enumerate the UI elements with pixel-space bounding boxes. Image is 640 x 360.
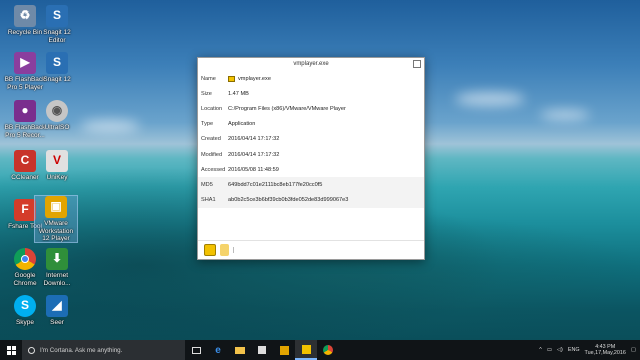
volume-icon[interactable]: ◁) bbox=[557, 347, 563, 353]
desktop-icon-label: Internet Downlo... bbox=[43, 272, 71, 287]
task-view-button[interactable] bbox=[185, 340, 207, 360]
property-key: Created bbox=[201, 136, 221, 143]
folder-icon bbox=[235, 346, 245, 354]
start-button[interactable] bbox=[0, 340, 22, 360]
internet-download-manager-icon: ⬇ bbox=[46, 248, 68, 270]
store-icon bbox=[258, 346, 266, 354]
property-key: Size bbox=[201, 90, 212, 97]
desktop-icon-label: CCleaner bbox=[11, 174, 39, 181]
task-view-icon bbox=[191, 346, 201, 354]
property-value: 2016/04/14 17:17:32 bbox=[228, 136, 280, 143]
property-key: Accessed bbox=[201, 166, 226, 173]
property-value: 2016/04/14 17:17:32 bbox=[228, 151, 280, 158]
property-key: Location bbox=[201, 105, 223, 112]
edge-icon: e bbox=[215, 344, 221, 356]
property-row-created: Created 2016/04/14 17:17:32 bbox=[198, 132, 424, 147]
desktop-icon-label: VMware Workstation 12 Player bbox=[38, 220, 74, 242]
desktop-icon-seer[interactable]: ◢ Seer bbox=[36, 295, 78, 327]
property-row-sha1: SHA1 ab0b2c5ce3b6bf39cb0b3fde052de83d999… bbox=[198, 192, 424, 208]
unikey-icon: V bbox=[46, 150, 68, 172]
language-indicator[interactable]: ENG bbox=[568, 347, 580, 353]
chrome-icon bbox=[323, 345, 333, 355]
desktop-icon-label: Skype bbox=[15, 319, 35, 326]
property-value[interactable]: C:/Program Files (x86)/VMware/VMware Pla… bbox=[228, 106, 424, 112]
property-row-modified: Modified 2016/04/14 17:17:32 bbox=[198, 147, 424, 162]
taskbar: I'm Cortana. Ask me anything. e ^ ▭ ◁) E… bbox=[0, 340, 640, 360]
clock[interactable]: 4:43 PM Tue,17,May,2016 bbox=[585, 344, 626, 357]
property-row-location: Location C:/Program Files (x86)/VMware/V… bbox=[198, 101, 424, 116]
desktop-icon-label: UltraISO bbox=[44, 124, 70, 131]
taskbar-file-properties[interactable] bbox=[295, 340, 317, 360]
cloud bbox=[540, 110, 590, 120]
property-value: 2016/05/08 11:48:59 bbox=[228, 166, 279, 173]
close-button[interactable] bbox=[413, 60, 421, 68]
property-key: SHA1 bbox=[201, 197, 216, 204]
vmware-file-icon bbox=[228, 75, 235, 82]
windows-logo-icon bbox=[6, 345, 16, 355]
skype-icon: S bbox=[14, 295, 36, 317]
desktop-icon-ultraiso[interactable]: ◉ UltraISO bbox=[36, 100, 78, 132]
show-hidden-icons-icon[interactable]: ^ bbox=[539, 347, 542, 353]
window-title: vmplayer.exe bbox=[293, 61, 329, 67]
network-icon[interactable]: ▭ bbox=[547, 347, 552, 353]
property-row-md5: MD5 649bdd7c01e2111bc8eb177fe20cc0f5 bbox=[198, 177, 424, 193]
property-value-group: vmplayer.exe bbox=[228, 75, 424, 82]
fshare-tool-icon: F bbox=[14, 199, 36, 221]
vmware-player-icon: ▣ bbox=[45, 196, 67, 218]
property-value[interactable]: ab0b2c5ce3b6bf39cb0b3fde052de83d999067e3 bbox=[228, 197, 424, 203]
desktop-icon-snagit[interactable]: S Snagit 12 bbox=[36, 52, 78, 84]
clock-date: Tue,17,May,2016 bbox=[584, 350, 626, 356]
open-app-button[interactable] bbox=[204, 244, 216, 256]
property-row-size: Size 1.47 MB bbox=[198, 86, 424, 101]
vmware-icon bbox=[279, 345, 289, 355]
cloud bbox=[455, 92, 525, 106]
cloud bbox=[80, 120, 140, 132]
taskbar-edge[interactable]: e bbox=[207, 340, 229, 360]
cortana-icon bbox=[28, 346, 35, 354]
property-key: Modified bbox=[201, 151, 223, 158]
property-value: Application bbox=[228, 121, 256, 128]
property-key: Name bbox=[201, 75, 216, 82]
taskbar-chrome[interactable] bbox=[317, 340, 339, 360]
flashback-recorder-icon: ● bbox=[14, 100, 36, 122]
property-row-name: Name vmplayer.exe bbox=[198, 71, 424, 86]
taskbar-vmware[interactable] bbox=[273, 340, 295, 360]
desktop-icon-unikey[interactable]: V UniKey bbox=[36, 150, 78, 182]
window-footer bbox=[198, 240, 424, 259]
desktop-icon-internet-download-manager[interactable]: ⬇ Internet Downlo... bbox=[36, 248, 78, 287]
file-properties-window: vmplayer.exe Name vmplayer.exe Size 1.47… bbox=[197, 57, 425, 260]
divider bbox=[233, 247, 234, 253]
property-row-accessed: Accessed 2016/05/08 11:48:59 bbox=[198, 162, 424, 177]
taskbar-file-explorer[interactable] bbox=[229, 340, 251, 360]
desktop-icon-label: Google Chrome bbox=[13, 272, 37, 287]
desktop-icon-vmware-player[interactable]: ▣ VMware Workstation 12 Player bbox=[34, 195, 78, 243]
seer-icon: ◢ bbox=[46, 295, 68, 317]
cortana-search-box[interactable]: I'm Cortana. Ask me anything. bbox=[22, 340, 185, 360]
flashback-player-icon: ▶ bbox=[14, 52, 36, 74]
properties-app-icon bbox=[301, 344, 311, 354]
snagit-editor-icon: S bbox=[46, 5, 68, 27]
property-key: Type bbox=[201, 121, 214, 128]
desktop-icon-label: Snagit 12 bbox=[43, 76, 71, 83]
notifications-icon[interactable]: ▢ bbox=[631, 347, 636, 353]
property-key: MD5 bbox=[201, 181, 213, 188]
ultraiso-icon: ◉ bbox=[46, 100, 68, 122]
property-value[interactable]: 649bdd7c01e2111bc8eb177fe20cc0f5 bbox=[228, 182, 424, 188]
search-placeholder: I'm Cortana. Ask me anything. bbox=[40, 346, 123, 354]
system-tray: ^ ▭ ◁) ENG 4:43 PM Tue,17,May,2016 ▢ bbox=[539, 344, 640, 357]
recycle-bin-icon: ♻ bbox=[14, 5, 36, 27]
desktop-icon-snagit-editor[interactable]: S Snagit 12 Editor bbox=[36, 5, 78, 44]
snagit-icon: S bbox=[46, 52, 68, 74]
desktop-icon-label: Seer bbox=[50, 319, 64, 326]
desktop-icon-label: UniKey bbox=[46, 174, 68, 181]
ccleaner-icon: C bbox=[14, 150, 36, 172]
open-folder-button[interactable] bbox=[220, 244, 229, 256]
chrome-icon bbox=[14, 248, 36, 270]
property-value: vmplayer.exe bbox=[238, 75, 271, 82]
desktop-icon-label: Snagit 12 Editor bbox=[43, 29, 71, 44]
taskbar-store[interactable] bbox=[251, 340, 273, 360]
property-row-type: Type Application bbox=[198, 117, 424, 132]
properties-list: Name vmplayer.exe Size 1.47 MB Location … bbox=[198, 71, 424, 208]
property-value: 1.47 MB bbox=[228, 90, 249, 97]
